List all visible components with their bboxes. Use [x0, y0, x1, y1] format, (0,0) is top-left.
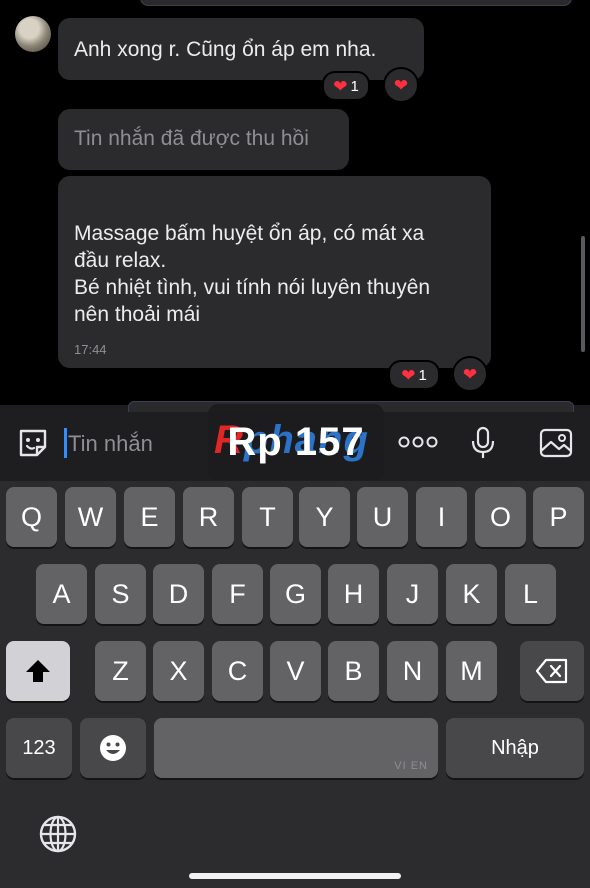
message-bubble[interactable]: Anh xong r. Cũng ổn áp em nha. [58, 18, 424, 80]
globe-icon [39, 815, 77, 853]
backspace-icon [535, 658, 568, 684]
reaction-count: 1 [350, 77, 359, 95]
key-l[interactable]: L [505, 564, 556, 624]
image-button[interactable] [538, 425, 574, 461]
shift-key[interactable] [6, 641, 70, 701]
more-button[interactable] [395, 431, 441, 453]
message-input[interactable]: Tin nhắn [68, 431, 153, 457]
recalled-message-bubble[interactable]: Tin nhắn đã được thu hồi [58, 109, 349, 170]
key-n[interactable]: N [387, 641, 438, 701]
key-e[interactable]: E [124, 487, 175, 547]
space-language-hint: VI EN [394, 760, 428, 772]
return-key-label: Nhập [491, 736, 539, 759]
voice-button[interactable] [468, 425, 498, 461]
heart-icon: ❤ [333, 76, 348, 96]
message-line: Massage bấm huyệt ổn áp, có mát xa [74, 222, 425, 245]
watermark-text: Rp 157 [227, 419, 365, 464]
microphone-icon [471, 426, 495, 458]
space-key[interactable]: VI EN [154, 718, 438, 778]
key-y[interactable]: Y [299, 487, 350, 547]
key-u[interactable]: U [357, 487, 408, 547]
heart-icon: ❤ [462, 364, 478, 384]
reaction-summary[interactable]: ❤ 1 [322, 71, 370, 101]
key-h[interactable]: H [328, 564, 379, 624]
previous-message-bubble [140, 0, 572, 6]
backspace-key[interactable] [520, 641, 584, 701]
key-o[interactable]: O [475, 487, 526, 547]
sticker-icon [19, 429, 47, 457]
scrollbar[interactable] [581, 236, 585, 352]
key-g[interactable]: G [270, 564, 321, 624]
shift-icon [26, 660, 50, 682]
message-text: Anh xong r. Cũng ổn áp em nha. [74, 38, 377, 61]
keyboard: Q W E R T Y U I O P A S D F G H J K L Z … [0, 481, 590, 888]
sticker-button[interactable] [15, 425, 51, 461]
key-w[interactable]: W [65, 487, 116, 547]
globe-button[interactable] [38, 814, 78, 854]
numbers-key-label: 123 [22, 736, 56, 759]
key-f[interactable]: F [212, 564, 263, 624]
key-r[interactable]: R [183, 487, 234, 547]
key-q[interactable]: Q [6, 487, 57, 547]
recalled-message-text: Tin nhắn đã được thu hồi [74, 127, 309, 150]
more-icon [398, 436, 438, 448]
emoji-key[interactable] [80, 718, 146, 778]
key-i[interactable]: I [416, 487, 467, 547]
message-line: nên thoải mái [74, 303, 201, 326]
key-t[interactable]: T [242, 487, 293, 547]
message-bubble[interactable]: Massage bấm huyệt ổn áp, có mát xa đầu r… [58, 176, 491, 368]
chat-area[interactable]: Anh xong r. Cũng ổn áp em nha. ❤ 1 ❤ Tin… [0, 0, 590, 405]
message-line: đầu relax. [74, 249, 167, 272]
key-k[interactable]: K [446, 564, 497, 624]
key-x[interactable]: X [153, 641, 204, 701]
image-icon [539, 428, 573, 458]
key-j[interactable]: J [387, 564, 438, 624]
numbers-key[interactable]: 123 [6, 718, 72, 778]
key-b[interactable]: B [328, 641, 379, 701]
return-key[interactable]: Nhập [446, 718, 584, 778]
message-text: Massage bấm huyệt ổn áp, có mát xa đầu r… [74, 220, 484, 328]
heart-icon: ❤ [401, 365, 416, 385]
text-caret [64, 428, 67, 458]
my-reaction-heart[interactable]: ❤ [452, 356, 488, 392]
avatar[interactable] [15, 16, 51, 52]
my-reaction-heart[interactable]: ❤ [383, 67, 419, 103]
key-a[interactable]: A [36, 564, 87, 624]
emoji-icon [100, 735, 126, 761]
key-d[interactable]: D [153, 564, 204, 624]
key-v[interactable]: V [270, 641, 321, 701]
reaction-summary[interactable]: ❤ 1 [388, 360, 440, 390]
watermark: Rphang Rp 157 [208, 404, 384, 480]
message-line: Bé nhiệt tình, vui tính nói luyên thuyên [74, 276, 431, 299]
key-s[interactable]: S [95, 564, 146, 624]
home-indicator[interactable] [189, 873, 401, 879]
key-p[interactable]: P [533, 487, 584, 547]
key-m[interactable]: M [446, 641, 497, 701]
key-z[interactable]: Z [95, 641, 146, 701]
heart-icon: ❤ [393, 75, 409, 95]
reaction-count: 1 [418, 366, 427, 384]
key-c[interactable]: C [212, 641, 263, 701]
message-time: 17:44 [74, 342, 107, 357]
